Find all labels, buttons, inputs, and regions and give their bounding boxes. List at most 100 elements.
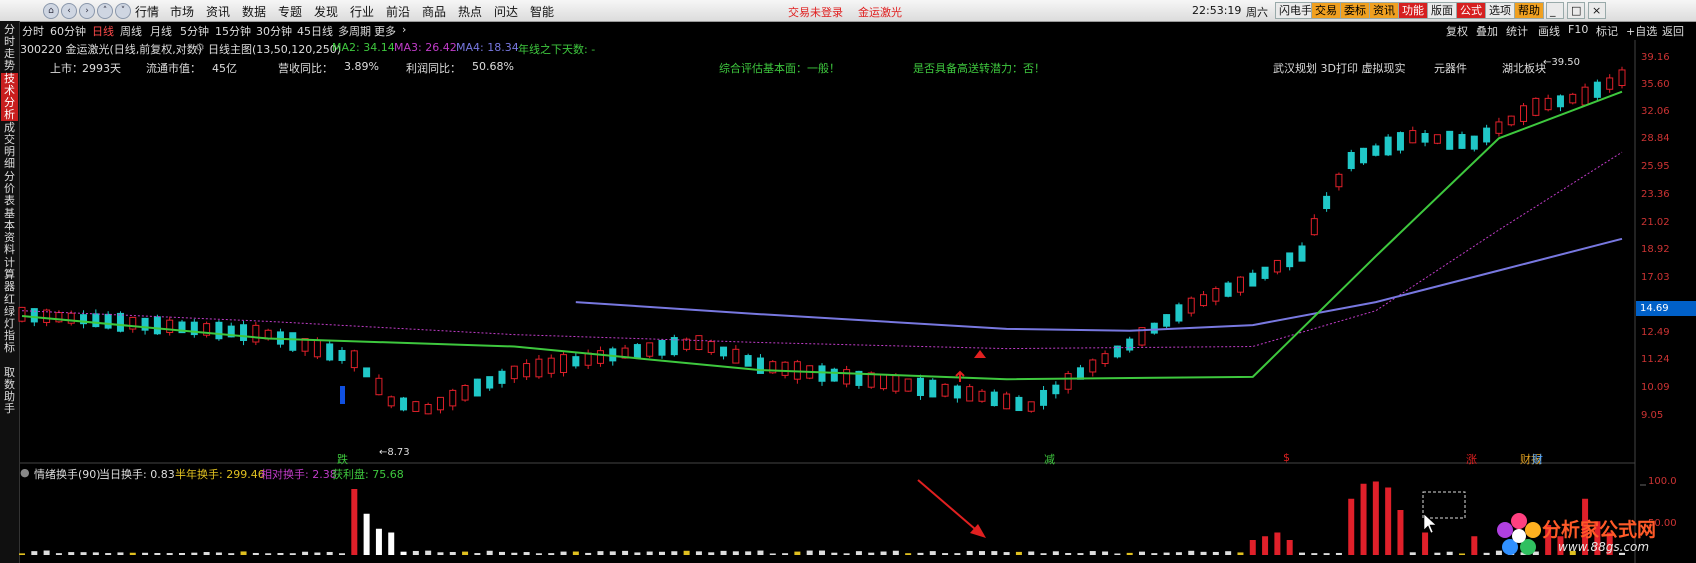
indicator-name[interactable]: 情绪换手(90)	[34, 466, 101, 482]
candle-body	[1433, 134, 1441, 144]
candle-body	[1249, 272, 1257, 287]
candle-body	[1458, 134, 1466, 149]
turnover-bar	[68, 552, 75, 555]
signal-cai: 财	[1532, 453, 1543, 466]
candle-body	[535, 358, 543, 378]
indicator-today: 当日换手: 0.83	[99, 468, 175, 481]
price-tick: 17.03	[1641, 272, 1670, 283]
candle-body	[978, 390, 986, 402]
turnover-bar	[1249, 540, 1256, 555]
turnover-bar	[880, 551, 887, 555]
turnover-bar	[1225, 551, 1232, 555]
turnover-bar	[1483, 552, 1490, 555]
concept-tags-2: 元器件	[1434, 62, 1467, 75]
buy-triangle-icon	[974, 350, 986, 358]
candle-body	[1175, 304, 1183, 322]
stock-code-line[interactable]: 300220 金运激光(日线,前复权,对数)	[20, 41, 202, 57]
turnover-bar	[486, 550, 493, 555]
concept-tags-3: 湖北板块	[1502, 62, 1546, 75]
turnover-bar	[1175, 552, 1182, 555]
price-tick: 39.16	[1641, 52, 1670, 63]
candle-body	[1298, 245, 1306, 262]
candle-body	[363, 367, 371, 378]
settings-gear-icon[interactable]: ⚙	[195, 41, 205, 54]
fundamental-eval: 综合评估基本面：一般！	[719, 62, 840, 75]
turnover-bar	[499, 551, 505, 555]
turnover-bar	[166, 553, 173, 555]
candle-body	[1606, 77, 1614, 90]
turnover-bar	[831, 552, 838, 555]
turnover-bar	[215, 552, 222, 555]
turnover-bar	[1188, 550, 1195, 555]
turnover-bar	[585, 552, 592, 555]
turnover-bar	[1114, 553, 1121, 555]
candle-body	[1396, 132, 1404, 151]
flower-logo-icon	[1497, 513, 1541, 555]
turnover-bar	[437, 552, 444, 555]
turnover-bar	[351, 489, 358, 555]
turnover-bar	[1397, 510, 1404, 555]
candle-body	[252, 324, 260, 343]
candle-body	[953, 385, 961, 399]
candle-body	[707, 341, 715, 353]
candle-body	[215, 321, 223, 340]
high-transfer-potential: 是否具备高送转潜力：否！	[913, 62, 1045, 75]
turnover-bar	[511, 552, 518, 555]
turnover-bar	[1372, 481, 1379, 555]
turnover-bar	[782, 553, 789, 555]
candle-body	[1212, 288, 1220, 302]
candle-body	[92, 313, 100, 328]
turnover-bar	[1299, 552, 1305, 555]
turnover-bar	[1052, 551, 1059, 555]
candle-body	[1101, 353, 1109, 365]
candle-body	[966, 386, 974, 402]
candle-body	[1224, 282, 1232, 297]
candle-body	[1126, 338, 1134, 351]
ma4-value: MA4: 18.34	[456, 41, 519, 54]
turnover-bar	[609, 551, 616, 555]
sub-axis-tick-100: 100.0	[1648, 476, 1677, 487]
mouse-cursor-icon	[1423, 513, 1437, 534]
float-label: 流通市值：	[146, 62, 201, 75]
candle-body	[1027, 401, 1035, 412]
candle-body	[1335, 173, 1343, 188]
candle-body	[1520, 105, 1528, 122]
signal-zhang: 涨	[1466, 453, 1477, 466]
candle-body	[929, 379, 937, 398]
candle-body	[1384, 136, 1392, 156]
turnover-bar	[671, 551, 678, 555]
indicator-relative: 相对换手: 2.38	[261, 468, 337, 481]
ma2-line	[21, 90, 1623, 381]
candle-body	[18, 306, 26, 322]
candle-body	[560, 354, 568, 374]
turnover-bar	[1212, 551, 1219, 555]
candle-body	[436, 396, 444, 411]
logo-name: 分析家公式网	[1542, 519, 1657, 541]
turnover-bar	[1385, 487, 1392, 555]
candle-body	[941, 383, 949, 397]
turnover-bar	[929, 551, 936, 555]
main-chart-label[interactable]: 日线主图(13,50,120,250)	[208, 41, 341, 57]
turnover-bar	[917, 552, 924, 555]
candle-body	[1187, 297, 1195, 314]
candle-body	[744, 355, 752, 367]
candle-body	[1495, 121, 1503, 134]
price-tick: 35.60	[1641, 79, 1670, 90]
candle-body	[1409, 130, 1417, 144]
candle-body	[843, 369, 851, 385]
turnover-bar	[228, 553, 235, 555]
turnover-bar	[1262, 536, 1269, 555]
ma3-value: MA3: 26.42	[394, 41, 457, 54]
candle-body	[658, 339, 666, 356]
turnover-bar	[252, 552, 259, 555]
turnover-bar	[708, 552, 715, 555]
turnover-bar	[1200, 551, 1207, 555]
candle-body	[916, 377, 924, 396]
turnover-bar	[560, 551, 567, 555]
turnover-bar	[954, 553, 961, 555]
turnover-bar	[1003, 552, 1010, 555]
turnover-bar	[412, 550, 419, 555]
indicator-toggle-icon[interactable]: ●	[20, 466, 30, 479]
turnover-bar	[1409, 552, 1416, 555]
signal-dollar: $	[1283, 451, 1290, 464]
